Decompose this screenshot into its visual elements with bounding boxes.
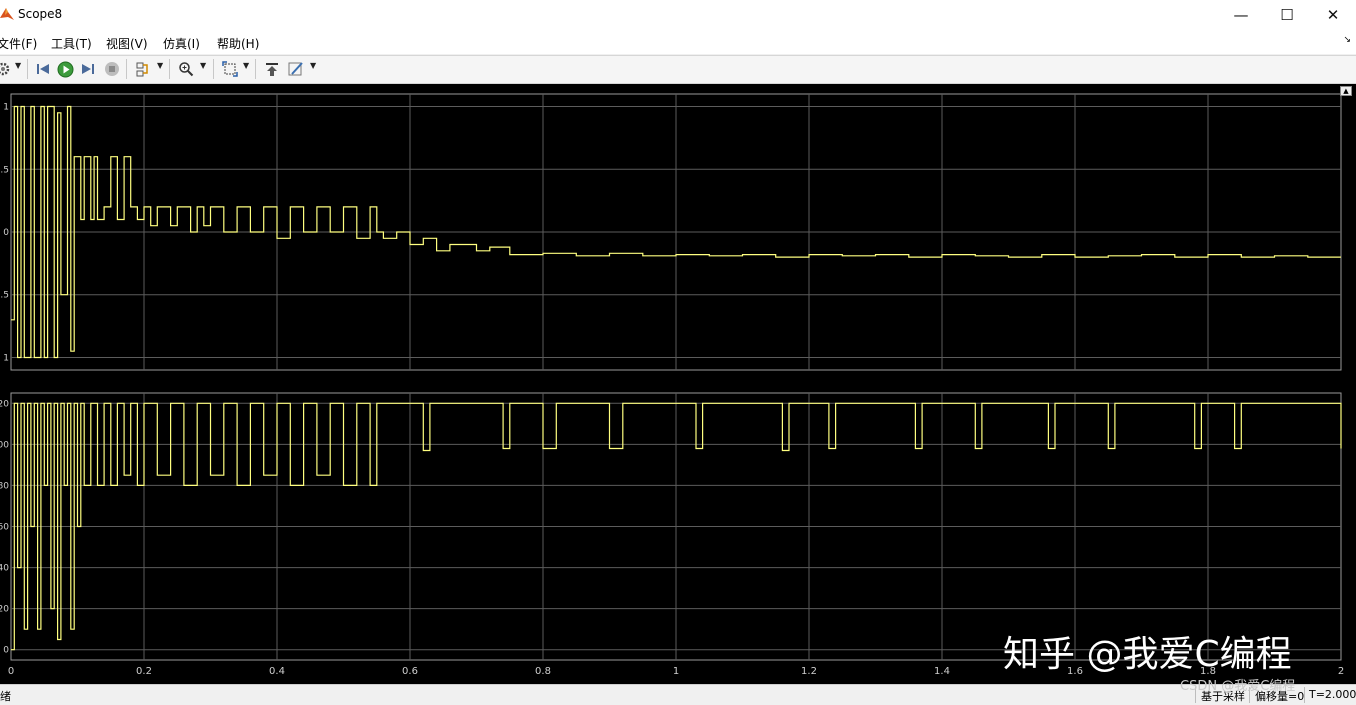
toolbar-divider — [255, 59, 256, 79]
minimize-icon[interactable]: — — [1218, 0, 1264, 30]
scope-plots[interactable]: 1.50.510 0.2 0.4 0.6 0.8 1 1.2 1.4 1.6 1.8 2200080… — [0, 84, 1356, 684]
settings-dropdown-icon[interactable]: ▼ — [15, 61, 21, 70]
maximize-icon[interactable]: ☐ — [1264, 0, 1310, 30]
stop-icon[interactable] — [103, 60, 121, 78]
toolbar-divider — [213, 59, 214, 79]
x-tick-label: 1 — [673, 666, 679, 677]
y-tick-label: 1 — [3, 353, 9, 363]
x-tick-label: 0.6 — [402, 666, 418, 677]
step-forward-icon[interactable] — [79, 60, 97, 78]
style-dropdown-icon[interactable]: ▼ — [310, 61, 316, 70]
window-title: Scope8 — [18, 7, 63, 21]
style-icon[interactable] — [287, 60, 305, 78]
toolbar-divider — [169, 59, 170, 79]
x-tick-label: 1.4 — [934, 666, 950, 677]
autoscale-icon[interactable] — [221, 60, 239, 78]
y-tick-label: 20 — [0, 605, 9, 615]
highlight-icon[interactable] — [135, 60, 153, 78]
step-back-icon[interactable] — [34, 60, 52, 78]
highlight-dropdown-icon[interactable]: ▼ — [157, 61, 163, 70]
y-tick-label: .5 — [0, 291, 9, 301]
collapse-icon[interactable]: ▲ — [1340, 86, 1352, 96]
matlab-icon — [0, 8, 14, 20]
y-tick-label: 20 — [0, 399, 9, 409]
status-time: T=2.000 — [1309, 688, 1356, 701]
x-tick-label: 2 — [1338, 666, 1344, 677]
menu-bar: 文件(F) 工具(T) 视图(V) 仿真(I) 帮助(H) ↘ — [0, 30, 1356, 54]
zoom-dropdown-icon[interactable]: ▼ — [200, 61, 206, 70]
csdn-watermark: CSDN @我爱C编程 — [1180, 679, 1296, 694]
x-tick-label: 0 — [8, 666, 14, 677]
x-tick-label: 1.2 — [801, 666, 817, 677]
status-ready: 绪 — [0, 690, 11, 703]
restore-icon[interactable] — [263, 60, 281, 78]
x-tick-label: 0.8 — [535, 666, 551, 677]
x-tick-label: 0.2 — [136, 666, 152, 677]
scope-display: 1.5 0.5 1 0 0.2 0.4 0.6 0.8 1 1.2 1.4 1.6 1.8 2 20 00 80… — [0, 84, 1356, 684]
toolbar: ▼ ▼ ▼ ▼ ▼ — [0, 55, 1356, 84]
menu-tools[interactable]: 工具(T) — [51, 35, 92, 52]
zoom-in-icon[interactable] — [177, 60, 195, 78]
y-tick-label: 1 — [3, 103, 9, 113]
menu-overflow-icon[interactable]: ↘ — [1343, 35, 1351, 45]
y-tick-label: 0 — [3, 646, 9, 656]
y-tick-label: 00 — [0, 440, 9, 450]
menu-view[interactable]: 视图(V) — [106, 35, 148, 52]
zhihu-watermark: 知乎 @我爱C编程 — [1003, 634, 1292, 675]
run-icon[interactable] — [56, 60, 74, 78]
y-tick-label: 40 — [0, 564, 9, 574]
y-tick-label: 80 — [0, 481, 9, 491]
title-bar: Scope8 — ☐ ✕ — [0, 0, 1356, 30]
status-bar: 绪 基于采样 偏移量=0 T=2.000 — [0, 684, 1356, 705]
settings-icon[interactable] — [0, 60, 12, 78]
menu-help[interactable]: 帮助(H) — [217, 35, 259, 52]
toolbar-divider — [126, 59, 127, 79]
menu-file[interactable]: 文件(F) — [0, 35, 37, 52]
menu-simulation[interactable]: 仿真(I) — [163, 35, 200, 52]
x-tick-label: 0.4 — [269, 666, 285, 677]
y-tick-label: .5 — [0, 165, 9, 175]
y-tick-label: 0 — [3, 228, 9, 238]
status-divider — [1304, 687, 1305, 703]
y-tick-label: 60 — [0, 523, 9, 533]
close-icon[interactable]: ✕ — [1310, 0, 1356, 30]
autoscale-dropdown-icon[interactable]: ▼ — [243, 61, 249, 70]
toolbar-divider — [27, 59, 28, 79]
